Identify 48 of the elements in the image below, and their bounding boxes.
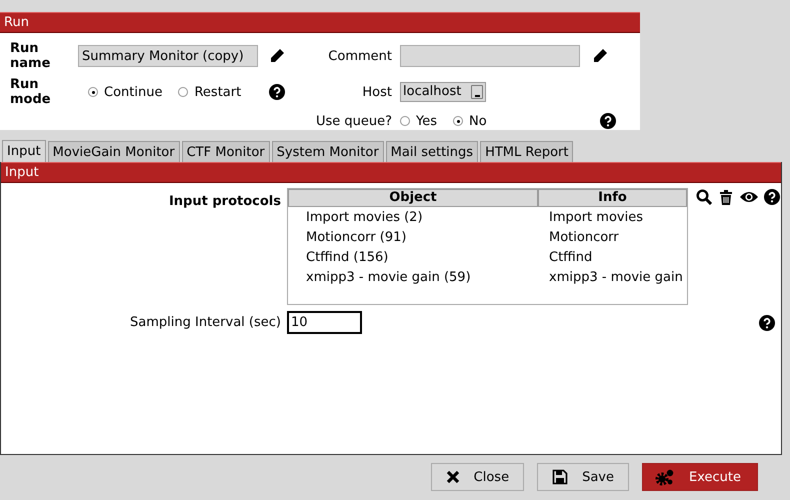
comment-label: Comment <box>328 48 392 64</box>
comment-field[interactable] <box>400 45 580 67</box>
table-cell[interactable]: Ctffind (156) <box>288 250 537 264</box>
host-dropdown[interactable]: localhost <box>400 82 486 102</box>
run-mode-label: Run mode <box>10 77 52 107</box>
close-button[interactable]: Close <box>430 463 524 491</box>
host-label: Host <box>362 84 392 100</box>
help-icon[interactable] <box>269 84 285 100</box>
pencil-icon[interactable] <box>592 48 608 64</box>
radio-option[interactable]: No <box>453 114 487 128</box>
table-cell[interactable]: Ctffind <box>537 250 592 264</box>
run-name-label: Run name <box>10 41 52 71</box>
radio-option[interactable]: Yes <box>400 114 437 128</box>
help-icon[interactable] <box>759 314 775 330</box>
input-protocols-label: Input protocols <box>168 193 281 211</box>
table-cell[interactable]: Import movies <box>537 210 643 224</box>
execute-button[interactable]: Execute <box>642 463 758 491</box>
column-header[interactable]: Object <box>288 189 538 207</box>
tab[interactable]: HTML Report <box>480 141 574 162</box>
pencil-icon[interactable] <box>269 48 285 64</box>
tab[interactable]: Input <box>2 140 46 162</box>
panel-header: Run <box>0 12 640 33</box>
tab[interactable]: Mail settings <box>386 141 478 162</box>
panel-header: Input <box>1 162 781 183</box>
tab[interactable]: MovieGain Monitor <box>48 141 180 162</box>
help-icon[interactable] <box>600 113 616 129</box>
caret-icon <box>471 85 483 99</box>
table-cell[interactable]: xmipp3 - movie gain (59) <box>288 270 537 284</box>
radio-option[interactable]: Restart <box>178 84 242 100</box>
column-header[interactable]: Info <box>538 189 687 207</box>
save-button[interactable]: Save <box>537 463 629 491</box>
radio-option[interactable]: Continue <box>88 84 162 100</box>
table-cell[interactable]: Motioncorr (91) <box>288 230 537 244</box>
floppy-icon <box>552 469 568 485</box>
table-cell[interactable]: xmipp3 - movie gain <box>537 270 683 284</box>
table-cell[interactable]: Motioncorr <box>537 230 619 244</box>
help-icon[interactable] <box>764 189 780 205</box>
close-icon <box>446 470 460 484</box>
tab[interactable]: CTF Monitor <box>182 141 270 162</box>
tab[interactable]: System Monitor <box>272 141 384 162</box>
sampling-interval-field[interactable]: 10 <box>287 311 362 334</box>
sampling-interval-label: Sampling Interval (sec) <box>130 315 281 330</box>
search-icon[interactable] <box>696 189 712 205</box>
use-queue-label: Use queue? <box>316 114 392 128</box>
table-cell[interactable]: Import movies (2) <box>288 210 537 224</box>
eye-icon[interactable] <box>740 190 758 204</box>
trash-icon[interactable] <box>718 189 734 205</box>
run-name-field[interactable]: Summary Monitor (copy) <box>78 45 258 67</box>
